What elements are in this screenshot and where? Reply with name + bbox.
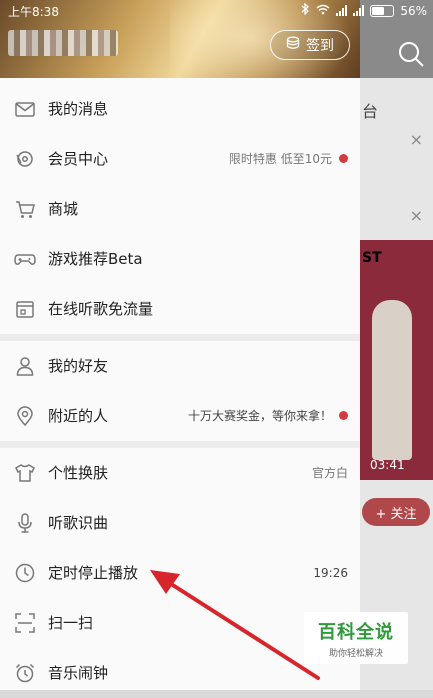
drawer-menu: 我的消息 会员中心 限时特惠 低至10元 商城 游戏推荐Beta 在线听歌免流量… <box>0 84 360 698</box>
person-icon <box>14 355 36 377</box>
signal-icon <box>353 5 365 16</box>
menu-item-label: 我的好友 <box>48 357 109 375</box>
bluetooth-icon <box>301 2 310 18</box>
status-bar: 上午8:38 56% <box>0 0 433 22</box>
menu-item-label: 附近的人 <box>48 407 109 425</box>
menu-item-theme-skin[interactable]: 个性换肤 官方白 <box>0 448 360 498</box>
timer-value: 19:26 <box>313 565 348 580</box>
watermark-subtitle: 助你轻松解决 <box>328 648 383 659</box>
card-person-image <box>372 300 412 460</box>
menu-item-nearby-people[interactable]: 附近的人 十万大赛奖金，等你来拿！ <box>0 391 360 441</box>
sim-card-icon <box>14 298 36 320</box>
menu-item-label: 在线听歌免流量 <box>48 300 154 318</box>
side-drawer: 签到 我的消息 会员中心 限时特惠 低至10元 商城 游戏推荐Beta 在线听歌… <box>0 0 360 690</box>
section-divider <box>0 334 360 341</box>
menu-item-label: 商城 <box>48 200 79 218</box>
battery-percent: 56% <box>400 3 427 18</box>
video-duration: 03:41 <box>370 458 405 472</box>
blurred-username[interactable] <box>8 30 118 56</box>
promo-text: 十万大赛奖金，等你来拿！ <box>187 409 332 423</box>
scan-icon <box>14 612 36 634</box>
menu-item-vip-center[interactable]: 会员中心 限时特惠 低至10元 <box>0 134 360 184</box>
follow-button[interactable]: + 关注 <box>362 498 430 526</box>
checkin-label: 签到 <box>306 38 334 54</box>
menu-item-my-friends[interactable]: 我的好友 <box>0 341 360 391</box>
close-icon[interactable]: × <box>410 130 423 149</box>
watermark-logo: 百科全说 助你轻松解决 <box>304 612 408 664</box>
search-icon[interactable] <box>397 40 425 68</box>
notification-dot <box>339 154 348 163</box>
close-icon[interactable]: × <box>410 206 423 225</box>
menu-item-label: 音乐闹钟 <box>48 664 109 682</box>
location-pin-icon <box>14 405 36 427</box>
battery-icon <box>370 4 395 17</box>
checkin-button[interactable]: 签到 <box>270 30 350 60</box>
signal-icon <box>336 5 348 16</box>
vip-icon <box>14 148 36 170</box>
menu-item-label: 会员中心 <box>48 150 109 168</box>
clock-icon <box>14 562 36 584</box>
promo-text: 限时特惠 低至10元 <box>228 152 332 166</box>
menu-item-free-data[interactable]: 在线听歌免流量 <box>0 284 360 334</box>
menu-item-store[interactable]: 商城 <box>0 184 360 234</box>
background-partial-text: 台 <box>362 102 379 121</box>
watermark-title: 百科全说 <box>318 621 394 643</box>
menu-item-label: 定时停止播放 <box>48 564 139 582</box>
menu-item-sleep-timer[interactable]: 定时停止播放 19:26 <box>0 548 360 598</box>
menu-item-label: 听歌识曲 <box>48 514 109 532</box>
mail-icon <box>14 98 36 120</box>
menu-item-label: 扫一扫 <box>48 614 94 632</box>
notification-dot <box>339 411 348 420</box>
menu-item-messages[interactable]: 我的消息 <box>0 84 360 134</box>
menu-item-game-recommend[interactable]: 游戏推荐Beta <box>0 234 360 284</box>
current-theme: 官方白 <box>311 466 348 480</box>
tshirt-icon <box>14 462 36 484</box>
menu-item-label: 我的消息 <box>48 100 109 118</box>
gamepad-icon <box>14 248 36 270</box>
cart-icon <box>14 198 36 220</box>
menu-item-label: 游戏推荐Beta <box>48 250 143 268</box>
status-time: 上午8:38 <box>8 5 59 19</box>
status-icons: 56% <box>301 2 427 18</box>
background-video-card[interactable]: ST 03:41 <box>360 240 433 480</box>
alarm-clock-icon <box>14 662 36 684</box>
wifi-icon <box>316 4 330 18</box>
promo-info: 限时特惠 低至10元 <box>229 134 348 183</box>
section-divider <box>0 441 360 448</box>
microphone-icon <box>14 512 36 534</box>
card-title-fragment: ST <box>362 250 382 266</box>
menu-item-label: 个性换肤 <box>48 464 109 482</box>
promo-info: 十万大赛奖金，等你来拿！ <box>188 391 348 440</box>
coin-stack-icon <box>286 36 300 54</box>
menu-item-song-recognition[interactable]: 听歌识曲 <box>0 498 360 548</box>
